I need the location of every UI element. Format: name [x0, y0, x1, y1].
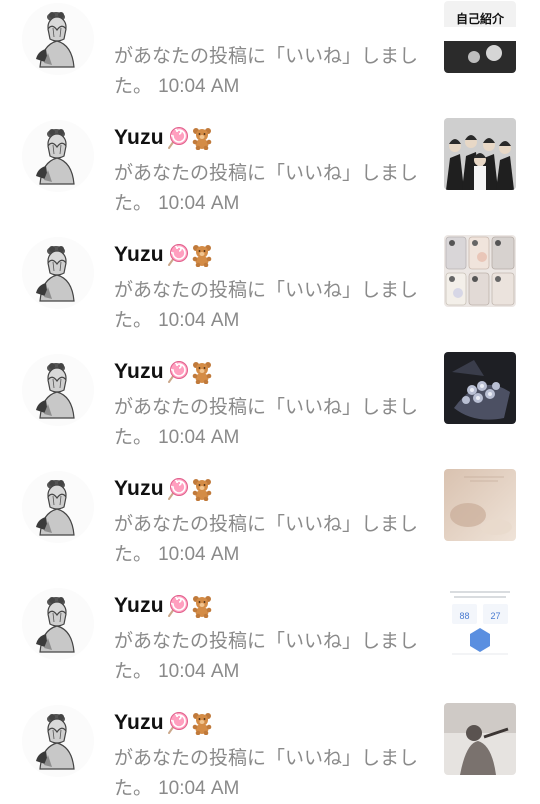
post-thumbnail[interactable]: 88 27: [444, 586, 516, 658]
username[interactable]: Yuzu: [114, 594, 164, 618]
stat-value: 27: [490, 611, 500, 621]
teddy-bear-icon: [190, 594, 214, 618]
lollipop-icon: [165, 477, 189, 501]
username-line: Yuzu: [114, 709, 214, 737]
avatar[interactable]: [22, 120, 94, 192]
avatar[interactable]: [22, 471, 94, 543]
username[interactable]: Yuzu: [114, 126, 164, 150]
username[interactable]: Yuzu: [114, 243, 164, 267]
username[interactable]: Yuzu: [114, 360, 164, 384]
lollipop-icon: [165, 594, 189, 618]
notification-item[interactable]: Yuzu があなたの投稿に「いいね」しました。 10:04 AM: [0, 197, 540, 331]
teddy-bear-icon: [190, 711, 214, 735]
username[interactable]: Yuzu: [114, 711, 164, 735]
username-line: Yuzu: [114, 592, 214, 620]
teddy-bear-icon: [190, 360, 214, 384]
teddy-bear-icon: [190, 126, 214, 150]
avatar[interactable]: [22, 705, 94, 777]
username[interactable]: Yuzu: [114, 477, 164, 501]
timestamp: 10:04 AM: [158, 778, 240, 799]
avatar[interactable]: [22, 3, 94, 75]
teddy-bear-icon: [190, 477, 214, 501]
notification-message: があなたの投稿に「いいね」しました。 10:04 AM: [114, 743, 432, 804]
username-line: Yuzu: [114, 124, 214, 152]
thumbnail-caption: 自己紹介: [456, 11, 505, 26]
notification-item[interactable]: Yuzu があなたの投稿に「いいね」しました。 10:04 AM: [0, 314, 540, 448]
post-thumbnail[interactable]: [444, 352, 516, 424]
lollipop-icon: [165, 711, 189, 735]
notification-item[interactable]: Yuzu があなたの投稿に「いいね」しました。 10:04 AM: [0, 80, 540, 214]
post-thumbnail[interactable]: 自己紹介: [444, 1, 516, 73]
username-line: Yuzu: [114, 241, 214, 269]
username-line: Yuzu: [114, 358, 214, 386]
stat-value: 88: [459, 611, 469, 621]
post-thumbnail[interactable]: [444, 703, 516, 775]
teddy-bear-icon: [190, 243, 214, 267]
avatar[interactable]: [22, 354, 94, 426]
notification-item[interactable]: Yuzu があなたの投稿に「いいね」しました。 10:04 AM 88 27: [0, 548, 540, 682]
lollipop-icon: [165, 360, 189, 384]
avatar[interactable]: [22, 588, 94, 660]
post-thumbnail[interactable]: [444, 235, 516, 307]
post-thumbnail[interactable]: [444, 118, 516, 190]
notification-list: があなたの投稿に「いいね」しました。 10:04 AM 自己紹介 Yuzu があ…: [0, 0, 540, 799]
avatar[interactable]: [22, 237, 94, 309]
username-line: Yuzu: [114, 475, 214, 503]
notification-item[interactable]: Yuzu があなたの投稿に「いいね」しました。 10:04 AM: [0, 431, 540, 565]
notification-item[interactable]: Yuzu があなたの投稿に「いいね」しました。 10:04 AM: [0, 665, 540, 799]
post-thumbnail[interactable]: [444, 469, 516, 541]
lollipop-icon: [165, 243, 189, 267]
notification-item[interactable]: があなたの投稿に「いいね」しました。 10:04 AM 自己紹介: [0, 0, 540, 97]
lollipop-icon: [165, 126, 189, 150]
